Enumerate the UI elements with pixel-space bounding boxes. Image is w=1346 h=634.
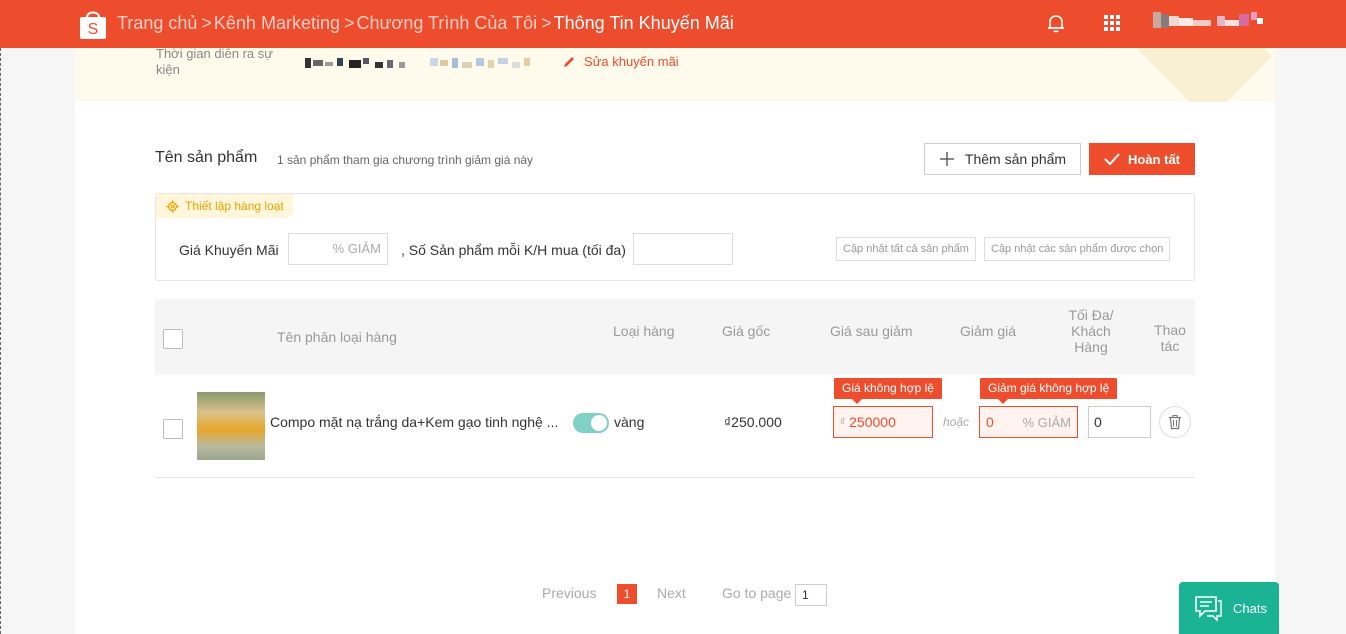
done-button[interactable]: Hoàn tất [1089, 143, 1195, 175]
breadcrumb-my-programs[interactable]: Chương Trình Của Tôi [357, 13, 538, 34]
done-label: Hoàn tất [1128, 151, 1180, 167]
currency-symbol: ₫ [840, 416, 846, 428]
plus-icon [939, 152, 954, 166]
pagination-next[interactable]: Next [657, 585, 686, 601]
sale-price-value: 250000 [849, 414, 896, 430]
bell-icon[interactable] [1045, 12, 1067, 34]
table-row: Compo mặt nạ trắng da+Kem gạo tinh nghệ … [155, 375, 1195, 478]
column-actions: Thao tác [1154, 322, 1186, 354]
event-time-blurred [305, 58, 405, 68]
breadcrumb-separator: > [541, 13, 552, 33]
product-thumbnail[interactable] [197, 392, 265, 460]
bulk-setup-tag: Thiết lập hàng loạt [156, 194, 293, 218]
sale-price-input[interactable]: ₫ 250000 [833, 406, 933, 438]
max-per-customer-label: , Số Sản phẩm mỗi K/H mua (tối đa) [401, 242, 626, 258]
pagination-current-page[interactable]: 1 [617, 584, 637, 604]
update-selected-button[interactable]: Cập nhật các sản phẩm được chọn [984, 237, 1171, 261]
goto-page-input[interactable]: 1 [795, 584, 827, 606]
top-navbar: S Trang chủ > Kênh Marketing > Chương Tr… [0, 0, 1346, 48]
edit-promotion-label: Sửa khuyến mãi [584, 54, 679, 69]
apps-grid-icon[interactable] [1101, 12, 1123, 34]
select-all-checkbox[interactable] [163, 329, 183, 349]
event-time-blurred [430, 58, 530, 68]
column-discount: Giảm giá [960, 323, 1017, 339]
max-per-customer-row-input[interactable]: 0 [1088, 406, 1151, 438]
pagination-previous[interactable]: Previous [542, 585, 596, 601]
product-name: Compo mặt nạ trắng da+Kem gạo tinh nghệ … [270, 414, 559, 430]
column-original-price: Giá gốc [722, 323, 771, 339]
edit-promotion-link[interactable]: Sửa khuyến mãi [562, 54, 679, 69]
breadcrumb-separator: > [201, 13, 212, 33]
delete-button[interactable] [1159, 406, 1191, 438]
add-product-button[interactable]: Thêm sản phẩm [924, 143, 1081, 175]
user-avatar-blurred[interactable] [1153, 10, 1265, 32]
chat-bubble-icon [1195, 596, 1222, 622]
svg-text:S: S [88, 21, 99, 38]
event-info-strip: Thời gian diễn ra sự kiện Sửa khuyến mãi [75, 48, 1275, 102]
discount-error-tooltip: Giảm giá không hợp lệ [980, 378, 1118, 404]
original-price: ₫250.000 [724, 414, 782, 430]
breadcrumb-separator: > [343, 13, 355, 33]
variant-toggle[interactable] [573, 413, 609, 433]
update-all-button[interactable]: Cập nhật tất cả sản phẩm [836, 237, 976, 261]
max-per-customer-input[interactable] [633, 233, 733, 265]
promotion-card: Thời gian diễn ra sự kiện Sửa khuyến mãi… [75, 48, 1275, 634]
column-sale-price: Giá sau giảm [830, 323, 913, 339]
column-variant-name: Tên phân loại hàng [277, 329, 397, 345]
page-edge [0, 48, 2, 634]
price-error-tooltip: Giá không hợp lệ [834, 378, 942, 404]
trash-icon [1169, 414, 1181, 430]
discount-value: 0 [986, 414, 994, 430]
column-max-per-customer: Tối Đa/ Khách Hàng [1068, 307, 1114, 355]
breadcrumb-home[interactable]: Trang chủ [117, 13, 197, 34]
breadcrumb: Trang chủ > Kênh Marketing > Chương Trìn… [117, 13, 734, 34]
row-checkbox[interactable] [163, 419, 183, 439]
pencil-icon [564, 56, 574, 67]
breadcrumb-current: Thông Tin Khuyến Mãi [553, 13, 734, 33]
discount-input[interactable]: 0 % GIẢM [979, 406, 1078, 438]
add-product-label: Thêm sản phẩm [964, 151, 1067, 167]
event-time-label: Thời gian diễn ra sự kiện [156, 48, 273, 77]
chats-button[interactable]: Chats [1179, 582, 1279, 634]
or-label: hoặc [943, 415, 970, 429]
promo-price-input[interactable]: % GIẢM [288, 233, 388, 265]
products-section-title: Tên sản phẩm [155, 149, 258, 166]
shopee-logo-icon[interactable]: S [78, 8, 108, 40]
gear-icon [166, 199, 179, 213]
column-type: Loại hàng [613, 323, 675, 339]
check-icon [1104, 153, 1120, 166]
decoration-shape [1137, 48, 1273, 102]
goto-page-label: Go to page [722, 585, 792, 601]
chats-label: Chats [1233, 600, 1267, 616]
breadcrumb-marketing[interactable]: Kênh Marketing [214, 13, 340, 34]
products-count-text: 1 sản phẩm tham gia chương trình giảm gi… [277, 153, 534, 167]
variant-type: vàng [614, 414, 645, 430]
bulk-setup-panel: Thiết lập hàng loạt Giá Khuyến Mãi % GIẢ… [155, 193, 1195, 281]
bulk-setup-label: Thiết lập hàng loạt [185, 199, 284, 213]
promo-price-label: Giá Khuyến Mãi [179, 242, 279, 258]
table-header: Tên phân loại hàng Loại hàng Giá gốc Giá… [155, 299, 1195, 375]
discount-unit: % GIẢM [1022, 414, 1071, 430]
